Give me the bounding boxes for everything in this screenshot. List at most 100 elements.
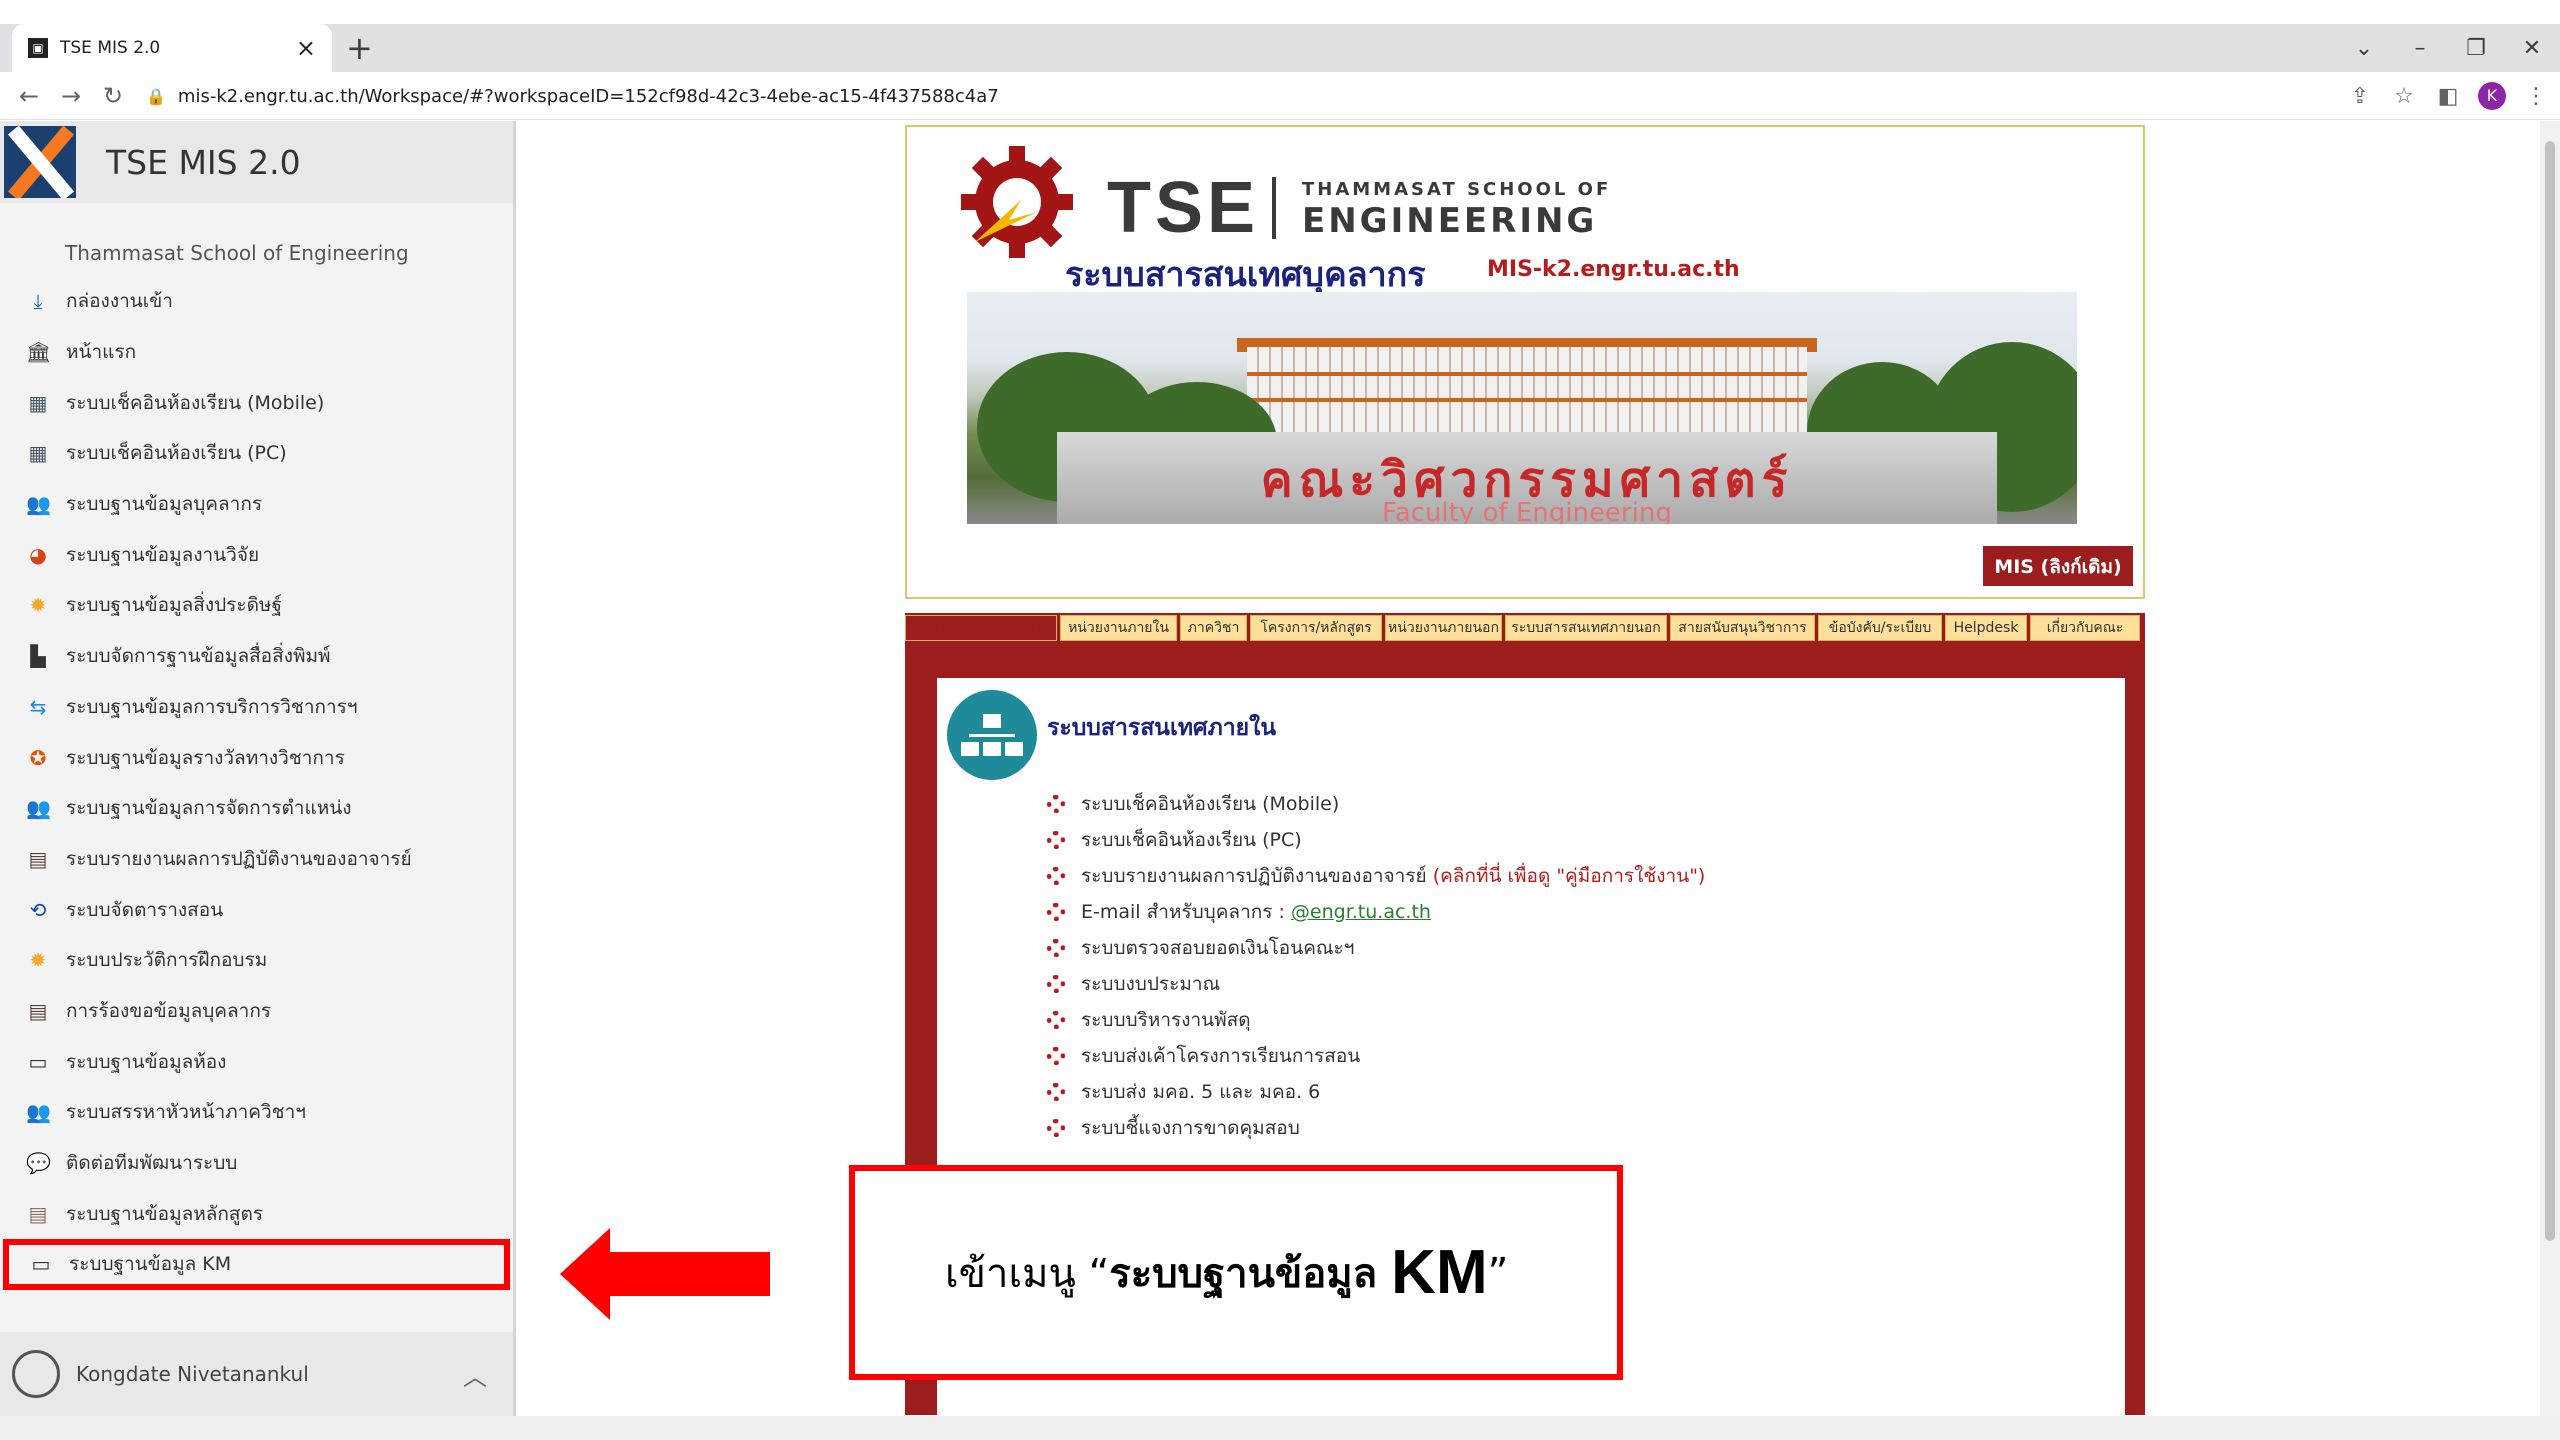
gear-bullet-icon <box>1047 1011 1065 1029</box>
mis-legacy-link-button[interactable]: MIS (ลิงก์เดิม) <box>1982 545 2134 587</box>
manual-link[interactable]: (คลิกที่นี่ เพื่อดู "คู่มือการใช้งาน") <box>1433 861 1706 891</box>
system-link-text[interactable]: ระบบเช็คอินห้องเรียน (PC) <box>1081 825 1302 855</box>
menu-kebab-icon[interactable]: ⋮ <box>2522 84 2550 109</box>
nav-tab[interactable]: หน่วยงานภายนอก <box>1385 615 1502 641</box>
restore-icon[interactable]: ❐ <box>2448 36 2504 61</box>
gear-logo-icon <box>961 146 1073 258</box>
nav-tab[interactable]: ระบบสารสนเทศภายใน <box>905 615 1057 641</box>
sidebar-item[interactable]: 👥 ระบบฐานข้อมูลบุคลากร <box>0 479 513 530</box>
browser-tab[interactable]: ▣ TSE MIS 2.0 × <box>12 24 332 72</box>
close-window-icon[interactable]: ✕ <box>2504 36 2560 61</box>
report-icon: ▤ <box>28 846 48 871</box>
system-link-text[interactable]: ระบบรายงานผลการปฏิบัติงานของอาจารย์ <box>1081 861 1427 891</box>
share-icon[interactable]: ⇪ <box>2346 84 2374 109</box>
tab-close-icon[interactable]: × <box>296 34 316 62</box>
system-link-item[interactable]: ระบบงบประมาณ <box>1047 966 1705 1002</box>
gear-bullet-icon <box>1047 1119 1065 1137</box>
sidebar-item[interactable]: 🏛 หน้าแรก <box>0 327 513 378</box>
nav-tab[interactable]: ระบบสารสนเทศภายนอก <box>1505 615 1667 641</box>
school-line-1: THAMMASAT SCHOOL OF <box>1302 179 1612 200</box>
sidebar-item[interactable]: ▦ ระบบเช็คอินห้องเรียน (PC) <box>0 428 513 479</box>
system-link-text[interactable]: ระบบชี้แจงการขาดคุมสอบ <box>1081 1113 1300 1143</box>
sidebar-item-label: ระบบฐานข้อมูลสิ่งประดิษฐ์ <box>66 594 282 617</box>
url-text[interactable]: mis-k2.engr.tu.ac.th/Workspace/#?workspa… <box>178 86 999 107</box>
nav-tab[interactable]: ข้อบังคับ/ระเบียบ <box>1818 615 1942 641</box>
sidebar-item-label: ระบบฐานข้อมูลการจัดการตำแหน่ง <box>66 797 352 820</box>
system-link-item[interactable]: ระบบบริหารงานพัสดุ <box>1047 1002 1705 1038</box>
sidebar-item[interactable]: ▤ ระบบรายงานผลการปฏิบัติงานของอาจารย์ <box>0 834 513 885</box>
back-icon[interactable]: ← <box>8 82 50 110</box>
system-link-text[interactable]: ระบบงบประมาณ <box>1081 969 1220 999</box>
calendar-icon: ▦ <box>28 441 48 466</box>
system-link-item[interactable]: E-mail สำหรับบุคลากร : @engr.tu.ac.th <box>1047 894 1705 930</box>
system-link-item[interactable]: ระบบรายงานผลการปฏิบัติงานของอาจารย์ (คลิก… <box>1047 858 1705 894</box>
chat-icon: 💬 <box>26 1151 51 1176</box>
nav-tab[interactable]: Helpdesk <box>1945 615 2027 641</box>
reload-icon[interactable]: ↻ <box>92 82 134 110</box>
nav-tab[interactable]: เกี่ยวกับคณะ <box>2030 615 2140 641</box>
wordmark-divider <box>1272 177 1276 239</box>
campus-photo: คณะวิศวกรรมศาสตร์ Faculty of Engineering <box>967 292 2077 524</box>
system-link-item[interactable]: ระบบเช็คอินห้องเรียน (Mobile) <box>1047 786 1705 822</box>
sidebar-item-label: ระบบเช็คอินห้องเรียน (Mobile) <box>66 391 325 414</box>
system-link-text[interactable]: ระบบตรวจสอบยอดเงินโอนคณะฯ <box>1081 933 1354 963</box>
sidebar-item-label: ระบบฐานข้อมูลการบริการวิชาการฯ <box>66 695 358 718</box>
tse-wordmark: TSE <box>1107 168 1260 248</box>
tab-search-icon[interactable]: ⌄ <box>2336 36 2392 61</box>
system-link-item[interactable]: ระบบส่ง มคอ. 5 และ มคอ. 6 <box>1047 1074 1705 1110</box>
minimize-icon[interactable]: – <box>2392 36 2448 61</box>
system-link-item[interactable]: ระบบเช็คอินห้องเรียน (PC) <box>1047 822 1705 858</box>
sidebar-item-label: ระบบฐานข้อมูลบุคลากร <box>66 493 263 516</box>
sidebar-item[interactable]: ▤ การร้องขอข้อมูลบุคลากร <box>0 986 513 1037</box>
sidebar-item[interactable]: 👥 ระบบสรรหาหัวหน้าภาควิชาฯ <box>0 1087 513 1138</box>
nav-tab[interactable]: โครงการ/หลักสูตร <box>1250 615 1382 641</box>
nav-tab[interactable]: สายสนับสนุนวิชาการ <box>1670 615 1815 641</box>
system-link-text[interactable]: ระบบส่ง มคอ. 5 และ มคอ. 6 <box>1081 1077 1320 1107</box>
side-panel-icon[interactable]: ◧ <box>2434 84 2462 109</box>
sidebar-item[interactable]: 👥 ระบบฐานข้อมูลการจัดการตำแหน่ง <box>0 783 513 834</box>
sidebar-item[interactable]: ✹ ระบบประวัติการฝึกอบรม <box>0 935 513 986</box>
address-bar[interactable]: 🔒 mis-k2.engr.tu.ac.th/Workspace/#?works… <box>146 76 2366 116</box>
banner-site: MIS-k2.engr.tu.ac.th <box>1487 257 1740 282</box>
sidebar-item[interactable]: ▭ ระบบฐานข้อมูลห้อง <box>0 1036 513 1087</box>
report-icon: ▤ <box>28 998 48 1023</box>
forward-icon[interactable]: → <box>50 82 92 110</box>
sidebar-item[interactable]: ✪ ระบบฐานข้อมูลรางวัลทางวิชาการ <box>0 732 513 783</box>
sidebar-item[interactable]: 💬 ติดต่อทีมพัฒนาระบบ <box>0 1138 513 1189</box>
system-link-text[interactable]: ระบบส่งเค้าโครงการเรียนการสอน <box>1081 1041 1360 1071</box>
bottom-strip <box>0 1416 2560 1440</box>
profile-avatar[interactable]: K <box>2478 82 2506 110</box>
sidebar-item[interactable]: ▦ ระบบเช็คอินห้องเรียน (Mobile) <box>0 377 513 428</box>
sidebar-item-label: ระบบฐานข้อมูลห้อง <box>66 1050 227 1073</box>
sidebar-item-label: ระบบจัดตารางสอน <box>66 898 224 921</box>
nav-tab[interactable]: หน่วยงานภายใน <box>1060 615 1177 641</box>
toolbar-actions: ⇪ ☆ ◧ K ⋮ <box>2346 76 2550 116</box>
scrollbar-thumb[interactable] <box>2545 141 2555 1241</box>
new-tab-button[interactable]: + <box>346 30 373 66</box>
document-icon: ▭ <box>28 1049 48 1074</box>
system-link-item[interactable]: ระบบส่งเค้าโครงการเรียนการสอน <box>1047 1038 1705 1074</box>
sidebar-item[interactable]: ⤓ กล่องงานเข้า <box>0 276 513 327</box>
system-link-item[interactable]: ระบบชี้แจงการขาดคุมสอบ <box>1047 1110 1705 1146</box>
sidebar-item[interactable]: ▙ ระบบจัดการฐานข้อมูลสื่อสิ่งพิมพ์ <box>0 631 513 682</box>
nav-tab[interactable]: ภาควิชา <box>1180 615 1247 641</box>
chevron-up-icon[interactable]: ︿ <box>463 1357 487 1392</box>
system-link-item[interactable]: ระบบตรวจสอบยอดเงินโอนคณะฯ <box>1047 930 1705 966</box>
lock-icon[interactable]: 🔒 <box>146 87 166 106</box>
tse-logo-icon[interactable] <box>4 126 76 198</box>
system-link-text[interactable]: ระบบเช็คอินห้องเรียน (Mobile) <box>1081 789 1339 819</box>
sidebar-item[interactable]: ▭ ระบบฐานข้อมูล KM <box>3 1239 510 1290</box>
system-link-text[interactable]: E-mail สำหรับบุคลากร : <box>1081 897 1285 927</box>
sidebar-user-footer[interactable]: Kongdate Nivetanankul ︿ <box>0 1332 513 1416</box>
email-domain-link[interactable]: @engr.tu.ac.th <box>1291 901 1431 923</box>
sidebar-item[interactable]: ✹ ระบบฐานข้อมูลสิ่งประดิษฐ์ <box>0 580 513 631</box>
bookmark-star-icon[interactable]: ☆ <box>2390 84 2418 109</box>
sidebar-item[interactable]: ◕ ระบบฐานข้อมูลงานวิจัย <box>0 529 513 580</box>
sidebar-item[interactable]: ▤ ระบบฐานข้อมูลหลักสูตร <box>0 1188 513 1239</box>
sidebar-item[interactable]: ⇆ ระบบฐานข้อมูลการบริการวิชาการฯ <box>0 682 513 733</box>
system-link-text[interactable]: ระบบบริหารงานพัสดุ <box>1081 1005 1251 1035</box>
sidebar-item[interactable]: ⟲ ระบบจัดตารางสอน <box>0 884 513 935</box>
page-scrollbar[interactable] <box>2540 121 2560 1416</box>
faculty-stone-sign: คณะวิศวกรรมศาสตร์ Faculty of Engineering <box>1057 432 1997 524</box>
red-arrow-left-icon <box>560 1228 770 1320</box>
